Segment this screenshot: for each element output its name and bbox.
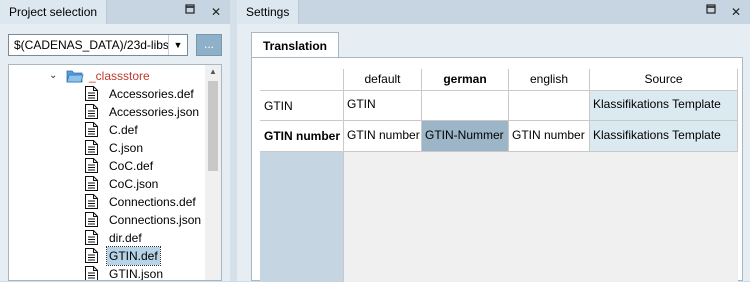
tree-file-label: C.def	[109, 123, 138, 137]
pin-icon[interactable]	[182, 4, 198, 20]
scroll-up-icon[interactable]: ▲	[205, 67, 221, 76]
settings-panel: Settings ✕ Translation default german en…	[237, 0, 750, 282]
tree-file-row[interactable]: GTIN.json	[9, 265, 207, 281]
tree-file-row[interactable]: GTIN.def	[9, 246, 207, 266]
file-icon	[85, 176, 98, 191]
tree-file-label: Accessories.json	[109, 105, 200, 119]
row-header-empty-area	[260, 152, 344, 282]
tree-file-label: Connections.def	[109, 195, 196, 209]
file-tree[interactable]: ⌄ _classstore Accessories.def Accessories…	[8, 64, 222, 281]
path-combobox[interactable]: $(CADENAS_DATA)/23d-libs ▼	[8, 34, 188, 56]
tree-file-row[interactable]: Connections.def	[9, 193, 207, 211]
tree-folder-row[interactable]: ⌄ _classstore	[49, 67, 209, 85]
cell-gtin-english[interactable]	[509, 91, 590, 121]
tree-file-label: dir.def	[109, 231, 142, 245]
settings-header: Settings ✕	[237, 0, 750, 24]
file-icon	[85, 140, 98, 155]
row-header-gtin-number[interactable]: GTIN number	[260, 121, 344, 152]
grid-corner	[260, 69, 344, 91]
file-icon	[85, 248, 98, 263]
file-icon	[85, 194, 98, 209]
column-header-german[interactable]: german	[422, 69, 509, 91]
translation-content: default german english Source GTIN GTIN …	[251, 57, 743, 282]
tree-file-row[interactable]: dir.def	[9, 229, 207, 247]
cell-gtin-number-english[interactable]: GTIN number	[509, 121, 590, 152]
tree-file-label: Accessories.def	[109, 87, 194, 101]
file-icon	[85, 86, 98, 101]
tree-file-row[interactable]: Accessories.json	[9, 103, 207, 121]
chevron-down-icon[interactable]: ▼	[168, 35, 187, 55]
column-header-source[interactable]: Source	[590, 69, 738, 91]
file-icon	[85, 158, 98, 173]
close-icon[interactable]: ✕	[728, 4, 744, 20]
row-header-gtin[interactable]: GTIN	[260, 91, 344, 121]
pin-icon[interactable]	[703, 4, 719, 20]
folder-name: _classstore	[89, 69, 150, 83]
tree-file-row[interactable]: C.json	[9, 139, 207, 157]
tree-file-label: GTIN.def	[106, 246, 161, 266]
tree-file-row[interactable]: C.def	[9, 121, 207, 139]
cell-gtin-default[interactable]: GTIN	[344, 91, 422, 121]
cell-gtin-number-german[interactable]: GTIN-Nummer	[422, 121, 509, 152]
file-icon	[85, 212, 98, 227]
file-icon	[85, 230, 98, 245]
column-header-default[interactable]: default	[344, 69, 422, 91]
close-icon[interactable]: ✕	[208, 4, 224, 20]
tree-file-label: CoC.json	[109, 177, 159, 191]
project-selection-panel: Project selection ✕ $(CADENAS_DATA)/23d-…	[0, 0, 230, 281]
settings-title: Settings	[237, 0, 300, 24]
tree-file-row[interactable]: CoC.json	[9, 175, 207, 193]
cell-gtin-german[interactable]	[422, 91, 509, 121]
tree-file-label: GTIN.json	[109, 267, 164, 281]
panel-splitter[interactable]	[230, 0, 237, 281]
grid-empty-area	[344, 152, 738, 282]
project-selection-header: Project selection ✕	[0, 0, 230, 24]
project-selection-title: Project selection	[0, 0, 108, 24]
file-icon	[85, 266, 98, 280]
path-value: $(CADENAS_DATA)/23d-libs	[14, 38, 169, 52]
scroll-thumb[interactable]	[208, 81, 218, 171]
cell-gtin-number-default[interactable]: GTIN number	[344, 121, 422, 152]
tree-file-label: Connections.json	[109, 213, 202, 227]
folder-open-icon	[66, 70, 84, 83]
file-icon	[85, 104, 98, 119]
browse-button[interactable]: ...	[196, 34, 222, 56]
file-icon	[85, 122, 98, 137]
cell-gtin-number-source[interactable]: Klassifikations Template	[590, 121, 738, 152]
tree-file-label: CoC.def	[109, 159, 154, 173]
tree-scrollbar[interactable]: ▲	[205, 65, 221, 280]
tree-file-label: C.json	[109, 141, 144, 155]
tree-file-row[interactable]: Accessories.def	[9, 85, 207, 103]
cell-gtin-source[interactable]: Klassifikations Template	[590, 91, 738, 121]
column-header-english[interactable]: english	[509, 69, 590, 91]
tree-file-row[interactable]: Connections.json	[9, 211, 207, 229]
translation-grid[interactable]: default german english Source GTIN GTIN …	[260, 69, 738, 282]
chevron-down-icon[interactable]: ⌄	[49, 67, 57, 85]
tab-translation[interactable]: Translation	[251, 32, 339, 58]
tree-file-row[interactable]: CoC.def	[9, 157, 207, 175]
